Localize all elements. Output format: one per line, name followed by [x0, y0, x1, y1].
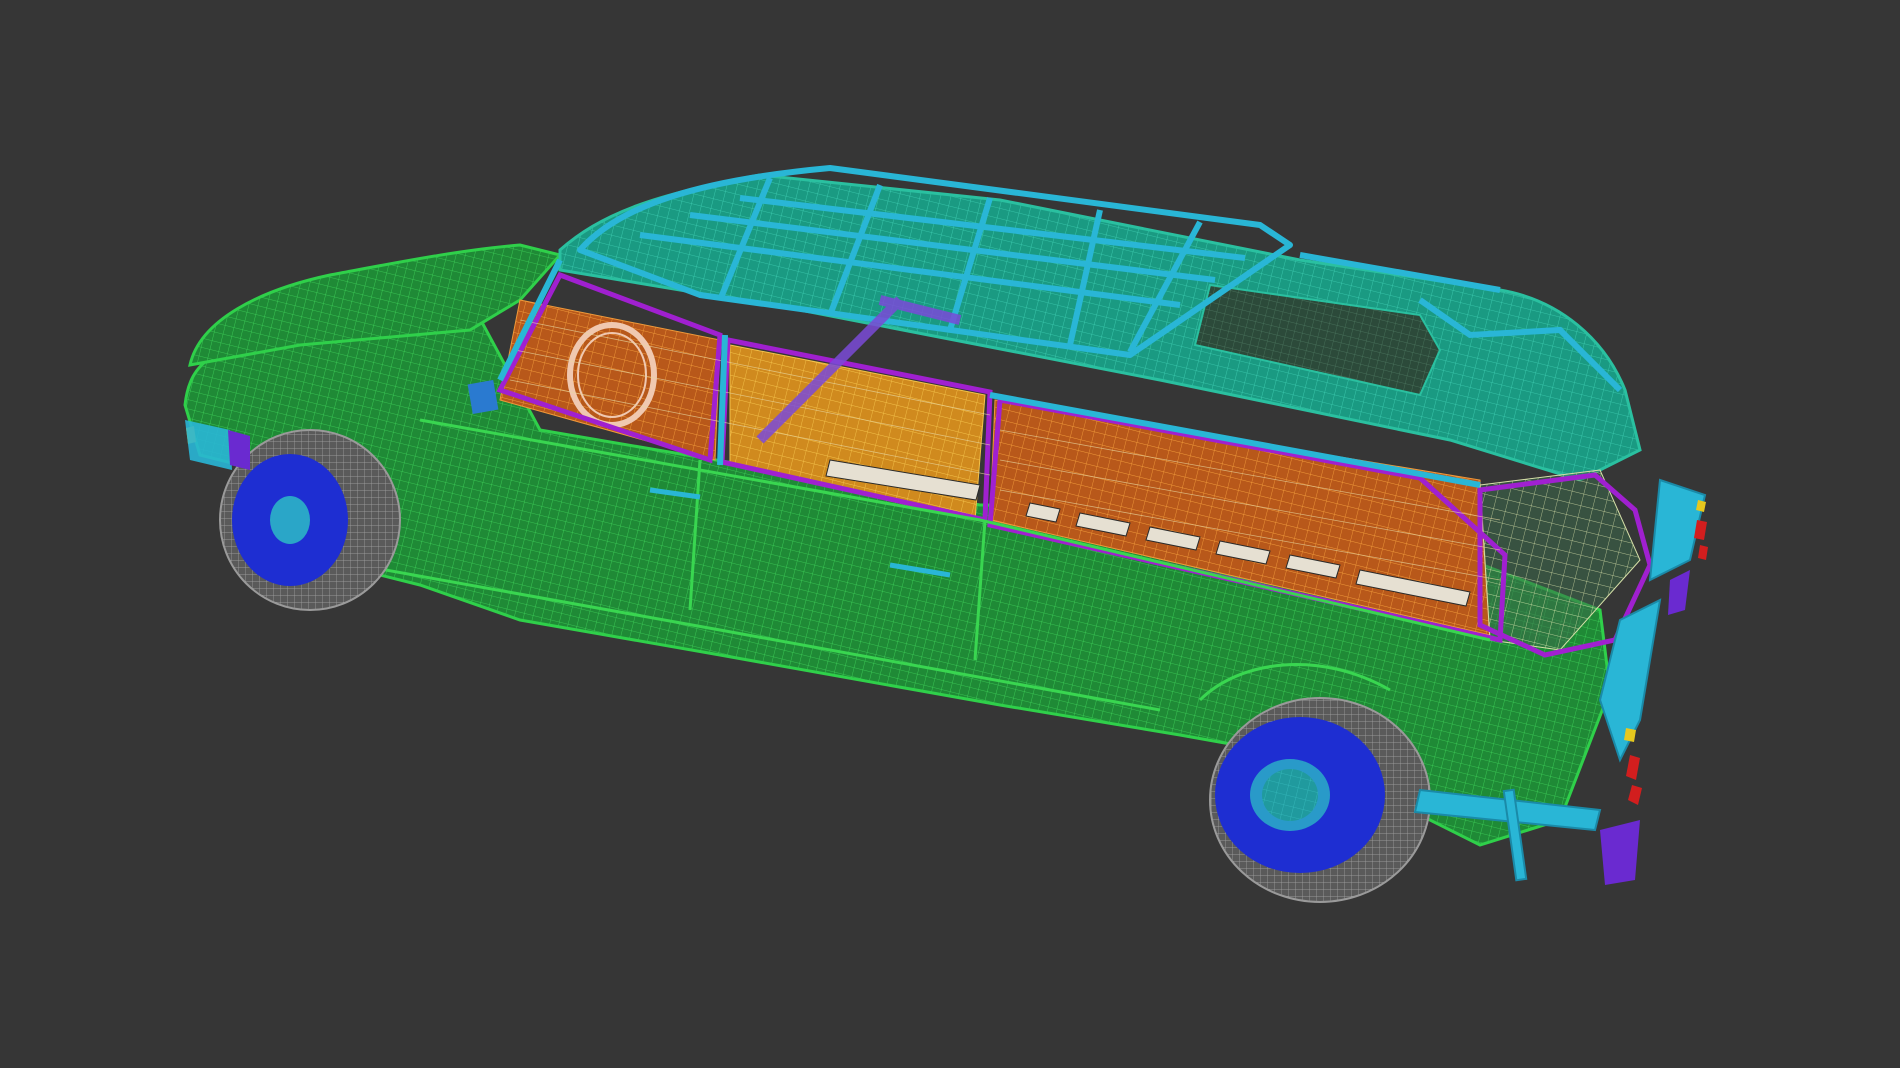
rear-bumper — [1600, 820, 1640, 885]
rear-bumper-left — [1668, 570, 1690, 615]
3d-viewport[interactable] — [0, 0, 1900, 1068]
rear-wheel — [1209, 697, 1431, 903]
side-mirror — [467, 379, 499, 415]
wireframe-scene — [183, 165, 1708, 903]
